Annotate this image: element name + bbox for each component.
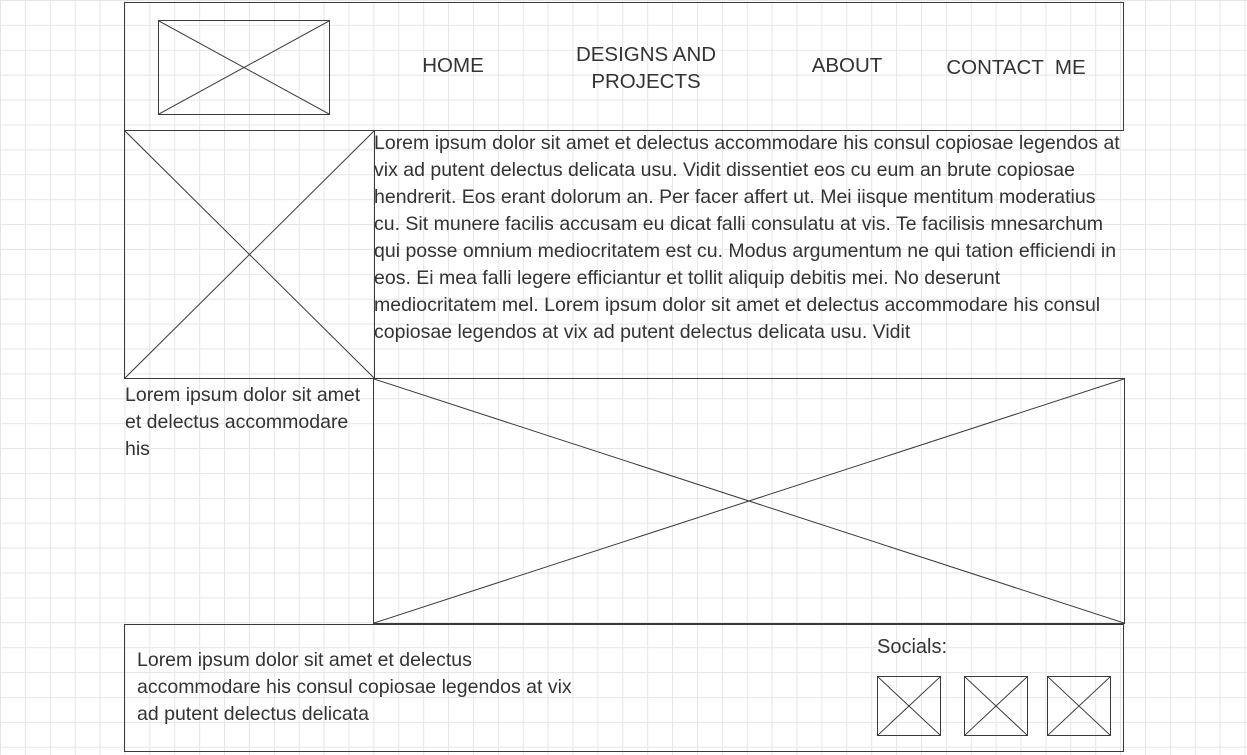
header: HOME DESIGNS AND PROJECTS ABOUT CONTACT … xyxy=(124,2,1124,131)
placeholder-cross-icon xyxy=(965,677,1027,735)
placeholder-cross-icon xyxy=(159,21,329,114)
footer: Lorem ipsum dolor sit amet et delectus a… xyxy=(124,624,1124,752)
side-caption: Lorem ipsum dolor sit amet et delectus a… xyxy=(125,384,361,460)
placeholder-cross-icon xyxy=(374,379,1124,623)
intro-text: Lorem ipsum dolor sit amet et delectus a… xyxy=(374,132,1120,343)
main-image-placeholder[interactable] xyxy=(373,378,1125,624)
social-icon-1-placeholder[interactable] xyxy=(877,676,941,736)
social-icon-2-placeholder[interactable] xyxy=(964,676,1028,736)
nav-home[interactable]: HOME xyxy=(391,52,515,79)
placeholder-cross-icon xyxy=(878,677,940,735)
side-image-placeholder[interactable] xyxy=(124,130,375,379)
footer-text: Lorem ipsum dolor sit amet et delectus a… xyxy=(137,649,572,725)
nav-designs-line1: DESIGNS AND xyxy=(575,43,717,66)
social-icon-3-placeholder[interactable] xyxy=(1047,676,1111,736)
placeholder-cross-icon xyxy=(1048,677,1110,735)
nav-about[interactable]: ABOUT xyxy=(795,52,899,79)
socials-label: Socials: xyxy=(877,636,948,658)
placeholder-cross-icon xyxy=(125,131,374,378)
nav-designs-line2: PROJECTS xyxy=(591,70,701,93)
nav-contact-me[interactable]: CONTACT ME xyxy=(931,54,1101,81)
logo-image-placeholder[interactable] xyxy=(158,20,330,115)
nav-designs-and-projects[interactable]: DESIGNS AND PROJECTS xyxy=(555,41,737,95)
